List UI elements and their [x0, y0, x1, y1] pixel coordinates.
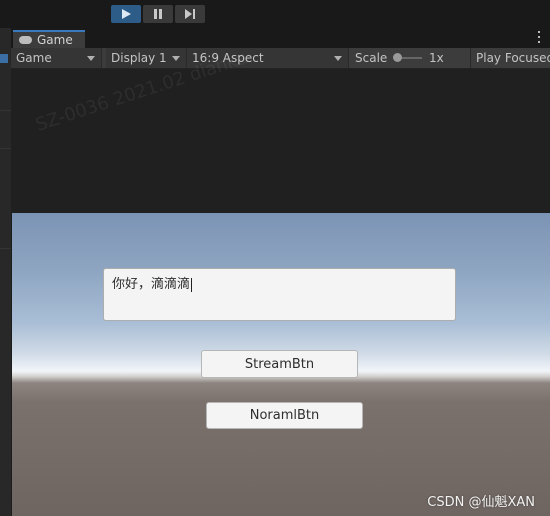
stream-button-label: StreamBtn	[244, 356, 315, 372]
scale-control: Scale 1x	[350, 48, 471, 68]
pause-icon	[154, 9, 162, 19]
chevron-down-icon	[87, 56, 95, 61]
stream-button[interactable]: StreamBtn	[201, 350, 358, 378]
gamepad-icon	[19, 36, 32, 44]
dock-divider	[0, 148, 11, 149]
scale-value: 1x	[429, 51, 444, 65]
csdn-watermark: CSDN @仙魁XAN	[427, 495, 535, 510]
chevron-down-icon	[172, 56, 180, 61]
view-dropdown-label: Game	[16, 51, 52, 65]
scale-slider-handle[interactable]	[393, 53, 402, 62]
play-icon	[122, 9, 131, 19]
play-focused-dropdown[interactable]: Play Focused	[471, 48, 550, 68]
chat-input-field[interactable]: 你好，滴滴滴	[103, 268, 456, 321]
play-focused-label: Play Focused	[476, 51, 550, 65]
display-dropdown[interactable]: Display 1	[106, 48, 187, 68]
view-dropdown[interactable]: Game	[11, 48, 102, 68]
play-button[interactable]	[111, 5, 141, 23]
text-caret	[191, 277, 193, 292]
step-icon	[184, 9, 195, 19]
aspect-dropdown[interactable]: 16:9 Aspect	[187, 48, 349, 68]
scale-label: Scale	[355, 51, 388, 65]
dock-selection-marker	[0, 54, 8, 63]
game-toolbar: Game Display 1 16:9 Aspect Scale 1x Play…	[11, 48, 550, 69]
aspect-dropdown-label: 16:9 Aspect	[192, 51, 264, 65]
tab-game[interactable]: Game	[13, 30, 85, 48]
tab-game-label: Game	[37, 33, 73, 47]
pause-button[interactable]	[143, 5, 173, 23]
noram-button[interactable]: NoramlBtn	[206, 402, 363, 429]
game-view-letterbox: SZ-0036 2021.02 dianka	[11, 47, 550, 213]
game-tab-row: Game	[11, 28, 550, 48]
dock-divider	[0, 110, 11, 111]
step-button[interactable]	[175, 5, 205, 23]
noram-button-label: NoramlBtn	[249, 408, 320, 423]
scene-border	[11, 213, 12, 516]
dock-divider	[0, 248, 11, 249]
more-vertical-icon[interactable]	[537, 31, 541, 43]
chat-input-value: 你好，滴滴滴	[112, 277, 191, 292]
chevron-down-icon	[334, 56, 342, 61]
display-dropdown-label: Display 1	[111, 51, 167, 65]
play-toolbar	[0, 0, 550, 28]
